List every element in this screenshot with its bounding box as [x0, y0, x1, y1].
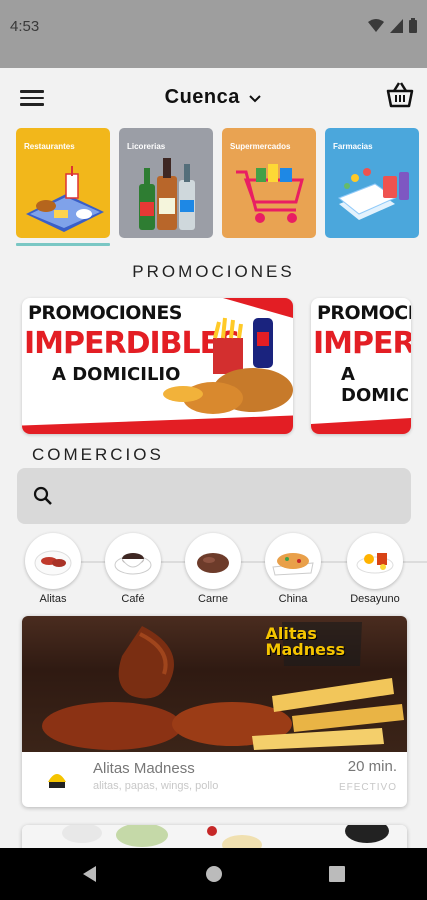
- status-bar: 4:53: [0, 0, 427, 68]
- promo-line3: A DOMIC: [341, 364, 410, 406]
- carne-thumbnail: [185, 533, 241, 589]
- food-category-label: Desayuno: [350, 593, 400, 605]
- promo-line1: PROMOCI: [317, 302, 411, 324]
- store-card[interactable]: Alitas Madness Alitas Madness alitas, pa…: [22, 616, 407, 807]
- recents-icon[interactable]: [328, 864, 346, 884]
- back-icon[interactable]: [80, 864, 98, 884]
- store-info: Alitas Madness alitas, papas, wings, pol…: [22, 752, 407, 807]
- food-tray-icon: [26, 166, 104, 232]
- china-thumbnail: [265, 533, 321, 589]
- chevron-down-icon: [249, 95, 262, 103]
- category-selected-indicator: [16, 243, 110, 246]
- store-delivery-time: 20 min.: [347, 758, 397, 775]
- signal-icon: [390, 18, 403, 33]
- search-icon: [33, 486, 52, 505]
- promotions-carousel[interactable]: PROMOCIONES IMPERDIBLES A DOMICILIO PROM…: [22, 298, 411, 434]
- food-category-alitas[interactable]: Alitas: [18, 533, 88, 605]
- city-name: Cuenca: [164, 86, 240, 108]
- category-licorerias[interactable]: Licorerias: [119, 128, 213, 238]
- navigation-bar: [0, 848, 427, 900]
- wifi-icon: [368, 18, 384, 32]
- home-icon[interactable]: [204, 864, 224, 884]
- status-time: 4:53: [10, 18, 40, 35]
- store-cover-image: Alitas Madness: [22, 616, 407, 752]
- cafe-thumbnail: [105, 533, 161, 589]
- basket-icon[interactable]: [385, 80, 415, 110]
- store-tags: alitas, papas, wings, pollo: [93, 780, 219, 792]
- store-logo-line2: Madness: [265, 640, 345, 659]
- search-input[interactable]: [17, 468, 411, 524]
- category-label: Supermercados: [230, 142, 291, 151]
- category-label: Farmacias: [333, 142, 373, 151]
- category-list: Restaurantes Licorerias Supermercados Fa…: [16, 128, 419, 238]
- food-category-label: Carne: [198, 593, 228, 605]
- comercios-title: COMERCIOS: [32, 445, 164, 464]
- store-payment-method: EFECTIVO: [338, 782, 397, 793]
- store-logo-avatar: [43, 765, 71, 793]
- food-category-china[interactable]: China: [258, 533, 328, 605]
- promo-card[interactable]: PROMOCIONES IMPERDIBLES A DOMICILIO: [22, 298, 293, 434]
- city-selector[interactable]: Cuenca: [0, 86, 427, 109]
- app-header: Cuenca: [0, 68, 427, 128]
- desayuno-thumbnail: [347, 533, 403, 589]
- bottles-icon: [139, 158, 195, 230]
- food-category-label: Alitas: [39, 593, 67, 605]
- food-category-label: China: [278, 593, 308, 605]
- promo-bottom-band: [311, 418, 411, 434]
- promo-card[interactable]: PROMOCI IMPERD A DOMIC: [311, 298, 411, 434]
- promo-bottom-band: [22, 412, 293, 434]
- shopping-cart-icon: [236, 164, 304, 223]
- category-label: Restaurantes: [24, 142, 75, 151]
- category-supermercados[interactable]: Supermercados: [222, 128, 316, 238]
- food-category-cafe[interactable]: Café: [98, 533, 168, 605]
- food-category-desayuno[interactable]: Desayuno: [340, 533, 410, 605]
- category-restaurantes[interactable]: Restaurantes: [16, 128, 110, 238]
- promotions-title: PROMOCIONES: [132, 262, 295, 281]
- promo-line2: IMPERD: [313, 326, 411, 361]
- battery-icon: [409, 18, 417, 33]
- store-logo-text: Alitas Madness: [266, 626, 345, 658]
- category-label: Licorerias: [127, 142, 166, 151]
- pills-icon: [338, 168, 409, 220]
- alitas-thumbnail: [25, 533, 81, 589]
- status-icons: [368, 18, 417, 33]
- food-category-list: Alitas Café Carne China Desayuno: [22, 533, 427, 613]
- food-category-label: Café: [121, 593, 145, 605]
- category-farmacias[interactable]: Farmacias: [325, 128, 419, 238]
- food-category-carne[interactable]: Carne: [178, 533, 248, 605]
- store-name: Alitas Madness: [93, 760, 195, 777]
